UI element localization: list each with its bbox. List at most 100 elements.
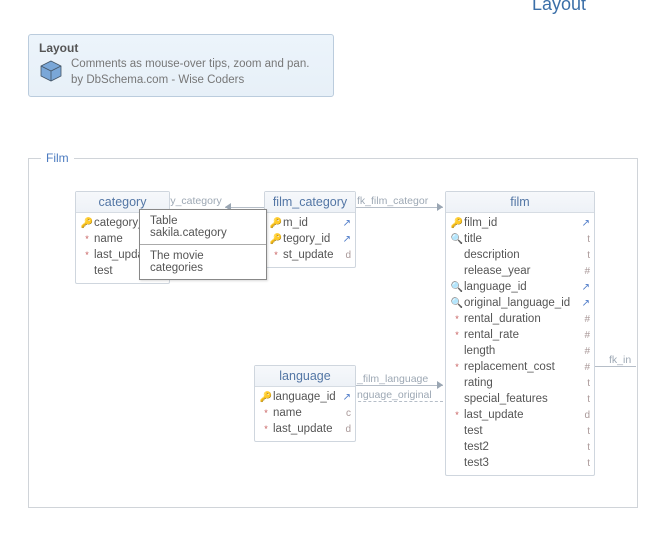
info-line1: Comments as mouse-over tips, zoom and pa… — [71, 57, 309, 73]
column-row[interactable]: descriptiont — [450, 247, 590, 263]
tooltip-body: The movie categories — [140, 245, 266, 279]
fk-label: nguage_original — [357, 389, 432, 401]
type-mark: ↗ — [339, 392, 351, 403]
fk-label: _film_language — [357, 373, 428, 385]
column-row[interactable]: *last_updated — [259, 421, 351, 437]
table-film[interactable]: film 🔑film_id↗🔍titlet descriptiont relea… — [445, 191, 595, 476]
column-name: m_id — [283, 217, 339, 229]
table-body: 🔑film_id↗🔍titlet descriptiont release_ye… — [446, 213, 594, 475]
type-mark: t — [578, 378, 590, 389]
column-row[interactable]: *st_updated — [269, 247, 351, 263]
column-row[interactable]: 🔍language_id↗ — [450, 279, 590, 295]
star-icon: * — [259, 424, 273, 434]
type-mark: t — [578, 426, 590, 437]
table-header[interactable]: film — [446, 192, 594, 213]
column-name: tegory_id — [283, 233, 339, 245]
fk-line — [353, 401, 443, 402]
column-name: rental_rate — [464, 329, 578, 341]
column-row[interactable]: *rental_rate# — [450, 327, 590, 343]
column-name: original_language_id — [464, 297, 578, 309]
column-name: last_update — [273, 423, 339, 435]
column-name: st_update — [283, 249, 339, 261]
type-mark: # — [578, 346, 590, 357]
search-icon: 🔍 — [450, 282, 464, 293]
star-icon: * — [450, 330, 464, 340]
star-icon: * — [450, 314, 464, 324]
diagram-canvas[interactable]: Film ory_category fk_film_categor _film_… — [28, 158, 638, 508]
column-row[interactable]: *last_updated — [450, 407, 590, 423]
column-row[interactable]: 🔑film_id↗ — [450, 215, 590, 231]
column-row[interactable]: ratingt — [450, 375, 590, 391]
key-icon: 🔑 — [450, 218, 464, 229]
type-mark: d — [339, 250, 351, 261]
column-name: film_id — [464, 217, 578, 229]
type-mark: ↗ — [339, 218, 351, 229]
key-icon: 🔑 — [269, 234, 283, 245]
column-row[interactable]: length# — [450, 343, 590, 359]
column-row[interactable]: test3t — [450, 455, 590, 471]
table-body: 🔑language_id↗*namec*last_updated — [255, 387, 355, 441]
search-icon: 🔍 — [450, 234, 464, 245]
type-mark: ↗ — [578, 298, 590, 309]
type-mark: ↗ — [339, 234, 351, 245]
star-icon: * — [450, 362, 464, 372]
column-row[interactable]: special_featurest — [450, 391, 590, 407]
column-name: replacement_cost — [464, 361, 578, 373]
key-icon: 🔑 — [80, 218, 94, 229]
type-mark: ↗ — [578, 218, 590, 229]
column-name: test3 — [464, 457, 578, 469]
tooltip: Table sakila.category The movie categori… — [139, 209, 267, 280]
table-header[interactable]: language — [255, 366, 355, 387]
column-row[interactable]: 🔑tegory_id↗ — [269, 231, 351, 247]
column-row[interactable]: *replacement_cost# — [450, 359, 590, 375]
column-row[interactable]: 🔑language_id↗ — [259, 389, 351, 405]
column-row[interactable]: 🔑m_id↗ — [269, 215, 351, 231]
key-icon: 🔑 — [259, 392, 273, 403]
type-mark: # — [578, 314, 590, 325]
column-name: description — [464, 249, 578, 261]
key-icon: 🔑 — [269, 218, 283, 229]
column-row[interactable]: testt — [450, 423, 590, 439]
column-name: rental_duration — [464, 313, 578, 325]
column-name: title — [464, 233, 578, 245]
tooltip-title: Table sakila.category — [140, 210, 266, 245]
column-name: length — [464, 345, 578, 357]
type-mark: t — [578, 250, 590, 261]
table-header[interactable]: film_category — [265, 192, 355, 213]
column-row[interactable]: test2t — [450, 439, 590, 455]
type-mark: # — [578, 362, 590, 373]
fk-label: fk_film_categor — [357, 195, 428, 207]
table-film-category[interactable]: film_category 🔑m_id↗🔑tegory_id↗*st_updat… — [264, 191, 356, 268]
column-name: test — [464, 425, 578, 437]
column-name: name — [273, 407, 339, 419]
column-row[interactable]: 🔍titlet — [450, 231, 590, 247]
column-name: language_id — [273, 391, 339, 403]
page-title: Layout — [532, 0, 586, 15]
fk-label: fk_in — [609, 354, 631, 366]
column-row[interactable]: 🔍original_language_id↗ — [450, 295, 590, 311]
column-row[interactable]: *namec — [259, 405, 351, 421]
type-mark: t — [578, 442, 590, 453]
fk-line — [353, 207, 443, 208]
type-mark: d — [578, 410, 590, 421]
column-name: last_update — [464, 409, 578, 421]
column-name: language_id — [464, 281, 578, 293]
star-icon: * — [269, 250, 283, 260]
info-title: Layout — [39, 41, 323, 55]
column-name: rating — [464, 377, 578, 389]
fk-line — [225, 207, 265, 208]
column-row[interactable]: release_year# — [450, 263, 590, 279]
star-icon: * — [259, 408, 273, 418]
column-name: test2 — [464, 441, 578, 453]
table-body: 🔑m_id↗🔑tegory_id↗*st_updated — [265, 213, 355, 267]
arrow-icon — [437, 203, 443, 211]
column-name: release_year — [464, 265, 578, 277]
arrow-icon — [437, 381, 443, 389]
star-icon: * — [80, 250, 94, 260]
table-language[interactable]: language 🔑language_id↗*namec*last_update… — [254, 365, 356, 442]
type-mark: # — [578, 330, 590, 341]
column-row[interactable]: *rental_duration# — [450, 311, 590, 327]
canvas-label: Film — [41, 151, 74, 165]
type-mark: d — [339, 424, 351, 435]
type-mark: ↗ — [578, 282, 590, 293]
